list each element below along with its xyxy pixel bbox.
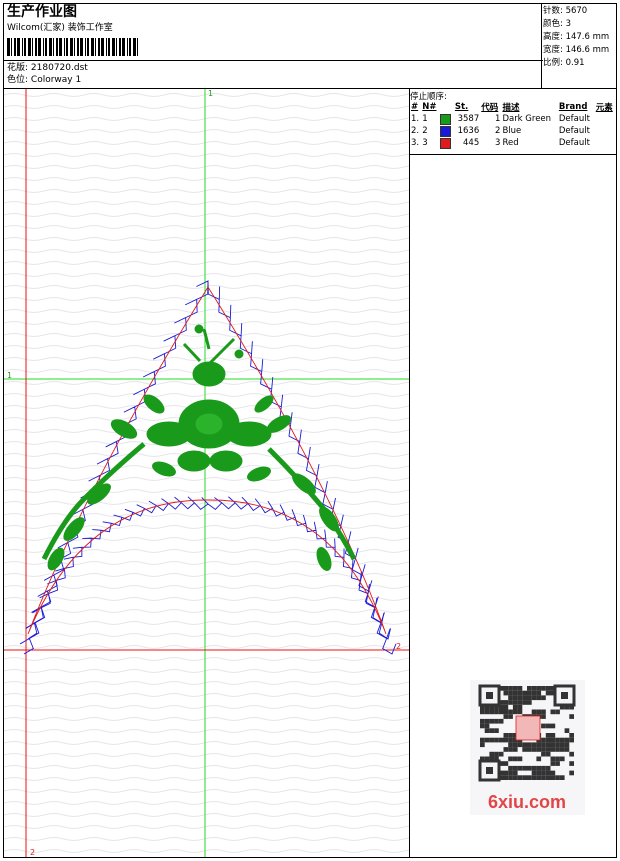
col-header-element: 元素 [595,103,613,113]
design-label: 花版: [7,63,29,73]
row-brand: Default [558,126,590,136]
table-row: 1. 1 3587 1 Dark Green Default [410,113,616,125]
color-count-label: 颜色: [543,19,563,29]
scale-value: 0.91 [565,58,585,68]
colorway-value: Colorway 1 [30,75,82,85]
row-description: Blue [502,126,522,136]
row-element [595,137,616,149]
row-code: 2 [495,126,501,136]
color-count-row: 颜色: 3 [543,20,571,29]
seal-icon [515,715,541,741]
row-swatch [439,125,453,137]
row-stitches: 1636 [457,126,480,136]
colorway-label: 色位: [7,75,29,85]
row-description: Red [502,138,519,148]
table-row: 2. 2 1636 2 Blue Default [410,125,616,137]
table-row: 3. 3 445 3 Red Default [410,137,616,149]
stitch-count-label: 针数: [543,6,563,16]
design-row: 花版: 2180720.dst [7,64,88,73]
page-title: 生产作业图 [7,4,77,20]
color-swatch [440,113,452,125]
row-number: 3 [422,138,428,148]
row-element [595,125,616,137]
col-header-code: 代码 [481,103,499,113]
height-label: 高度: [543,32,563,42]
meta-divider [3,60,543,61]
stats-divider [541,3,542,89]
row-code: 3 [495,138,501,148]
stop-sequence-table: # N# St. 代码 描述 Brand 元素 1. 1 3587 1 Dark Gre… [410,101,616,149]
row-number: 1 [422,114,428,124]
col-header-description: 描述 [502,103,520,113]
row-stitches: 3587 [457,114,480,124]
barcode-image [7,38,138,56]
scale-row: 比例: 0.91 [543,59,585,68]
design-canvas[interactable]: 1 1 2 2 [4,89,409,857]
canvas-background [4,89,409,857]
company-name: Wilcom(汇家) 装饰工作室 [7,23,113,33]
row-index: 2. [411,126,420,136]
col-header-stitches: St. [454,102,469,112]
guide-marker-top: 1 [208,89,213,98]
row-brand: Default [558,138,590,148]
row-description: Dark Green [502,114,552,124]
design-value: 2180720.dst [30,63,88,73]
watermark-text: 6xiu.com [488,792,566,812]
table-header-row: # N# St. 代码 描述 Brand 元素 [410,101,616,113]
row-brand: Default [558,114,590,124]
row-swatch [439,113,453,125]
width-label: 宽度: [543,45,563,55]
panel-divider [409,88,410,858]
colorway-row: 色位: Colorway 1 [7,76,81,85]
row-number: 2 [422,126,428,136]
stitch-count-row: 针数: 5670 [543,7,587,16]
height-row: 高度: 147.6 mm [543,33,609,42]
stitch-count-value: 5670 [565,6,588,16]
row-index: 3. [411,138,420,148]
row-code: 1 [495,114,501,124]
guide-marker-bottom: 2 [30,848,35,857]
stop-table-bottom [409,154,617,155]
width-value: 146.6 mm [565,45,610,55]
width-row: 宽度: 146.6 mm [543,46,609,55]
row-stitches: 445 [463,138,480,148]
col-header-index: # [411,102,419,112]
col-header-number: N# [422,102,437,112]
qr-watermark: 6xiu.com [470,680,585,815]
guide-marker-left: 1 [7,371,12,380]
row-index: 1. [411,114,420,124]
row-swatch [439,137,453,149]
color-swatch [440,125,452,137]
scale-label: 比例: [543,58,563,68]
color-swatch [440,137,452,149]
guide-marker-right: 2 [396,642,401,651]
col-header-brand: Brand [558,102,588,112]
color-count-value: 3 [565,19,571,29]
row-element [595,113,616,125]
height-value: 147.6 mm [565,32,610,42]
